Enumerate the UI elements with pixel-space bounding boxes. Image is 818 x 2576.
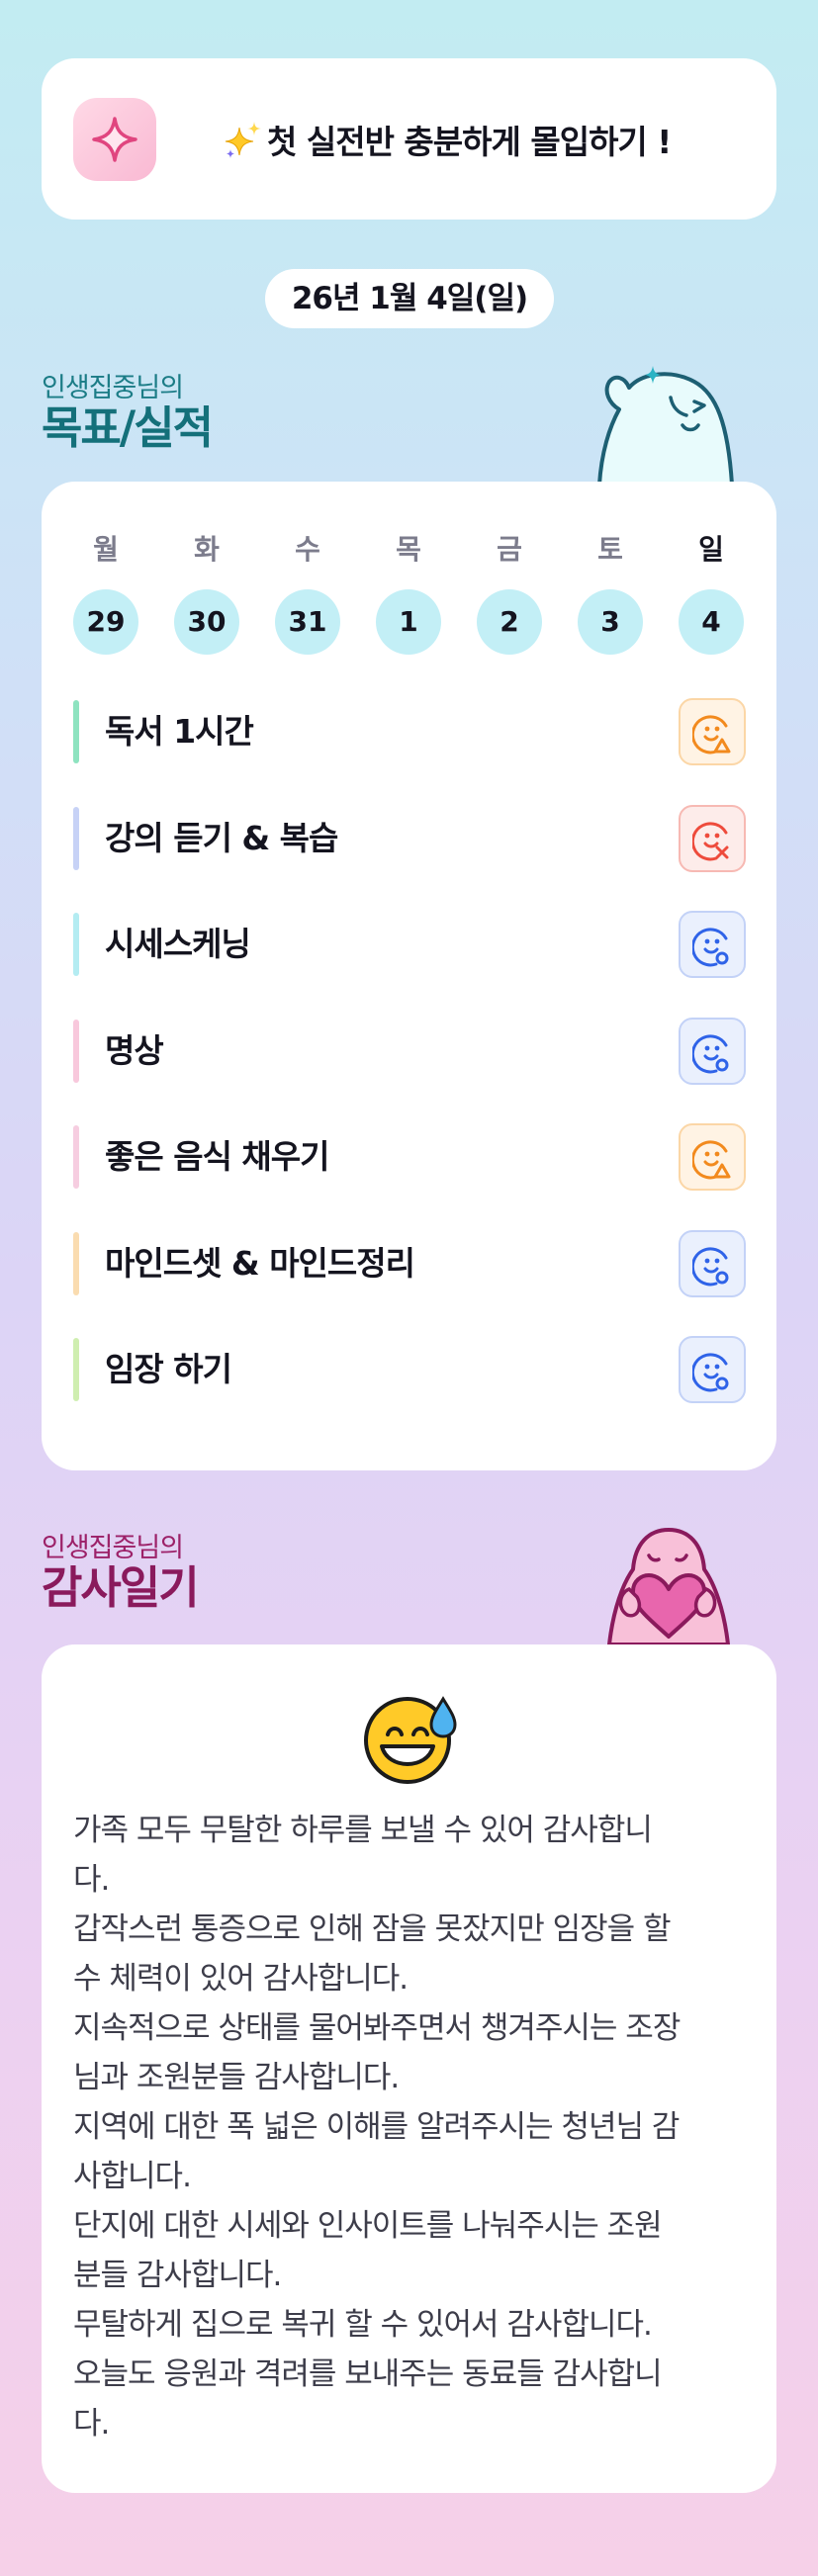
gratitude-line: 갑작스런 통증으로 인해 잠을 못잤지만 임장을 할 [73,1911,672,1947]
smile-circle-icon[interactable] [679,1230,746,1297]
mission-card[interactable]: 첫 실전반 충분하게 몰입하기 ! [42,58,776,220]
sparkle-icon [92,117,137,162]
goal-label: 시세스케닝 [105,925,251,963]
heart-mascot-icon [607,1528,730,1644]
day-date-button[interactable]: 3 [578,589,643,655]
gratitude-line: 다. [73,1862,110,1898]
goal-label: 명상 [105,1031,164,1070]
day-date-button[interactable]: 29 [73,589,138,655]
goal-color-bar [73,1338,79,1401]
goal-row[interactable]: 독서 1시간 [73,698,746,765]
goal-row[interactable]: 좋은 음식 채우기 [73,1123,746,1191]
goals-section-title: 목표/실적 [42,401,214,454]
date-selector[interactable]: 26년 1월 4일(일) [265,269,554,328]
goal-row[interactable]: 강의 듣기 & 복습 [73,805,746,872]
day-date-button[interactable]: 1 [376,589,441,655]
goal-row[interactable]: 마인드셋 & 마인드정리 [73,1230,746,1297]
mission-icon-box [73,98,156,181]
gratitude-line: 가족 모두 무탈한 하루를 보낼 수 있어 감사합니 [73,1813,653,1848]
goal-label: 임장 하기 [105,1350,232,1388]
gratitude-text: 가족 모두 무탈한 하루를 보낼 수 있어 감사합니다. 갑작스런 통증으로 인해… [73,1806,756,2448]
sparkles-emoji [225,122,261,158]
goal-row[interactable]: 명상 [73,1018,746,1085]
goal-label: 독서 1시간 [105,712,254,751]
goal-color-bar [73,1232,79,1295]
goal-color-bar [73,700,79,763]
grinning-sweat-emoji [364,1696,457,1784]
gratitude-line: 님과 조원분들 감사합니다. [73,2060,400,2095]
day-date-button[interactable]: 4 [679,589,744,655]
gratitude-line: 지속적으로 상태를 물어봐주면서 챙겨주시는 조장 [73,2010,681,2046]
goal-label: 강의 듣기 & 복습 [105,819,338,857]
goal-label: 좋은 음식 채우기 [105,1137,329,1176]
day-label: 월 [93,533,119,566]
gratitude-line: 무탈하게 집으로 복귀 할 수 있어서 감사합니다. [73,2307,653,2343]
gratitude-line: 사합니다. [73,2159,192,2194]
goal-row[interactable]: 시세스케닝 [73,911,746,978]
smile-triangle-icon[interactable] [679,698,746,765]
smile-circle-icon[interactable] [679,1336,746,1403]
ghost-mascot-icon [597,366,734,485]
day-label: 토 [597,533,623,566]
day-label: 화 [194,533,220,566]
day-label: 목 [396,533,421,566]
goal-row[interactable]: 임장 하기 [73,1336,746,1403]
smile-circle-icon[interactable] [679,911,746,978]
goal-label: 마인드셋 & 마인드정리 [105,1244,415,1283]
smile-triangle-icon[interactable] [679,1123,746,1191]
day-date-button[interactable]: 2 [477,589,542,655]
mission-text: 첫 실전반 충분하게 몰입하기 ! [267,123,672,161]
gratitude-section-title: 감사일기 [42,1561,200,1614]
goal-color-bar [73,807,79,870]
gratitude-line: 오늘도 응원과 격려를 보내주는 동료들 감사합니 [73,2356,663,2392]
goal-color-bar [73,913,79,976]
day-label: 금 [497,533,522,566]
goal-color-bar [73,1125,79,1189]
day-date-button[interactable]: 30 [174,589,239,655]
gratitude-line: 수 체력이 있어 감사합니다. [73,1961,409,1997]
mission-text-wrap: 첫 실전반 충분하게 몰입하기 ! [224,116,672,163]
smile-x-icon[interactable] [679,805,746,872]
day-date-button[interactable]: 31 [275,589,340,655]
day-label: 일 [698,533,724,566]
gratitude-line: 단지에 대한 시세와 인사이트를 나눠주시는 조원 [73,2208,663,2244]
gratitude-line: 분들 감사합니다. [73,2258,282,2293]
smile-circle-icon[interactable] [679,1018,746,1085]
gratitude-line: 다. [73,2406,110,2442]
goal-color-bar [73,1020,79,1083]
gratitude-line: 지역에 대한 폭 넓은 이해를 알려주시는 청년님 감 [73,2109,680,2145]
day-label: 수 [295,533,320,566]
